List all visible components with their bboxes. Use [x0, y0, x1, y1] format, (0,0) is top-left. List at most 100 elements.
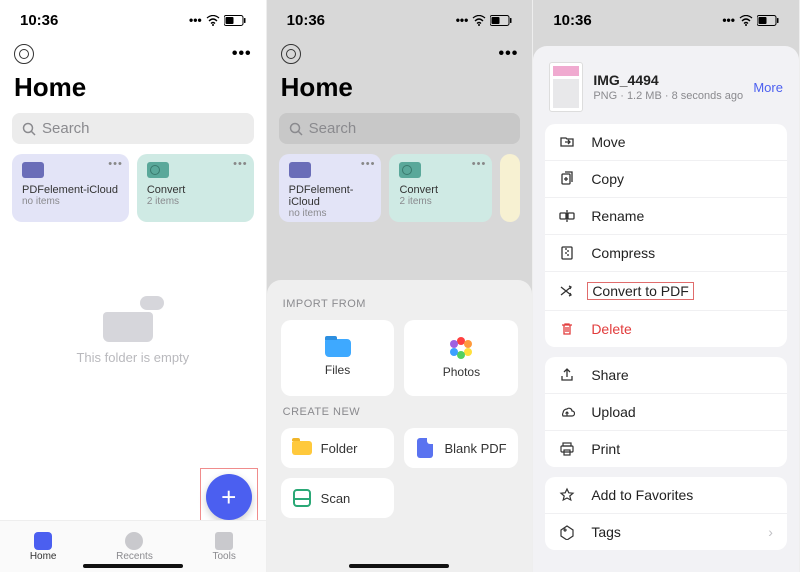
folder-icon [292, 441, 312, 455]
folder-icon [289, 162, 311, 178]
search-placeholder: Search [309, 120, 357, 137]
create-row-1: Folder Blank PDF [281, 428, 519, 468]
card-menu-icon[interactable]: ••• [108, 158, 123, 170]
action-share[interactable]: Share [545, 357, 787, 394]
action-move[interactable]: Move [545, 124, 787, 161]
folder-card-convert[interactable]: ••• Convert 2 items [389, 154, 492, 222]
action-label-highlighted: Convert to PDF [587, 282, 693, 300]
scan-icon [293, 489, 311, 507]
folder-card-pdfelement[interactable]: ••• PDFelement-iCloud no items [12, 154, 129, 222]
file-header: IMG_4494 PNG · 1.2 MB · 8 seconds ago Mo… [545, 56, 787, 124]
file-meta: IMG_4494 PNG · 1.2 MB · 8 seconds ago [593, 72, 743, 102]
pdf-icon [417, 438, 433, 458]
action-tags[interactable]: Tags› [545, 514, 787, 550]
status-icons: ••• [456, 13, 513, 27]
action-group-3: Add to Favorites Tags› [545, 477, 787, 550]
folder-icon [22, 162, 44, 178]
status-time: 10:36 [20, 12, 58, 29]
file-subtitle: PNG · 1.2 MB · 8 seconds ago [593, 90, 743, 102]
battery-icon [757, 15, 779, 26]
more-icon[interactable]: ••• [232, 45, 252, 63]
convert-icon [559, 283, 577, 299]
action-label: Add to Favorites [591, 487, 693, 503]
create-blank-pdf[interactable]: Blank PDF [404, 428, 518, 468]
folder-card-convert[interactable]: ••• Convert 2 items [137, 154, 254, 222]
search-placeholder: Search [42, 120, 90, 137]
file-thumbnail [549, 62, 583, 112]
search-icon [22, 122, 36, 136]
wifi-icon [206, 15, 220, 26]
action-convert-pdf[interactable]: Convert to PDF [545, 272, 787, 311]
files-icon [325, 339, 351, 357]
wifi-icon [472, 15, 486, 26]
card-menu-icon[interactable]: ••• [233, 158, 248, 170]
create-row-2: Scan [281, 478, 519, 518]
folder-cards: ••• PDFelement-iCloud no items ••• Conve… [267, 154, 533, 222]
screen-home: 10:36 ••• ••• Home Search ••• PDFelement… [0, 0, 267, 572]
tab-home[interactable]: Home [30, 532, 57, 562]
add-button[interactable]: + [206, 474, 252, 520]
action-label: Rename [591, 208, 644, 224]
status-icons: ••• [189, 13, 246, 27]
card-name: PDFelement-iCloud [22, 184, 119, 196]
more-link[interactable]: More [753, 80, 783, 95]
trash-icon [559, 321, 577, 337]
action-label: Upload [591, 404, 635, 420]
bottom-sheet: IMPORT FROM Files Photos CREATE NEW Fold… [267, 280, 533, 572]
import-files[interactable]: Files [281, 320, 395, 396]
card-sub: no items [22, 196, 119, 207]
copy-icon [559, 171, 577, 187]
tile-label: Blank PDF [444, 441, 506, 456]
cellular-icon: ••• [722, 13, 735, 27]
empty-illustration [98, 292, 168, 342]
tab-tools[interactable]: Tools [212, 532, 235, 562]
folder-card-pdfelement[interactable]: ••• PDFelement-iCloud no items [279, 154, 382, 222]
card-menu-icon[interactable]: ••• [472, 158, 487, 170]
photos-icon [450, 337, 472, 359]
home-icon [34, 532, 52, 550]
action-label: Copy [591, 171, 624, 187]
card-menu-icon[interactable]: ••• [361, 158, 376, 170]
page-title: Home [267, 64, 533, 113]
screen-import-sheet: 10:36 ••• ••• Home Search ••• PDFelement… [267, 0, 534, 572]
tab-recents[interactable]: Recents [116, 532, 153, 562]
card-name: Convert [147, 184, 244, 196]
search-icon [289, 122, 303, 136]
folder-card-extra[interactable] [500, 154, 520, 222]
page-title: Home [0, 64, 266, 113]
import-photos[interactable]: Photos [404, 320, 518, 396]
action-compress[interactable]: Compress [545, 235, 787, 272]
profile-icon[interactable] [14, 44, 34, 64]
create-label: CREATE NEW [283, 406, 517, 418]
action-upload[interactable]: Upload [545, 394, 787, 431]
action-label: Print [591, 441, 620, 457]
file-name: IMG_4494 [593, 72, 743, 88]
action-label: Share [591, 367, 628, 383]
action-rename[interactable]: Rename [545, 198, 787, 235]
profile-icon[interactable] [281, 44, 301, 64]
tools-icon [215, 532, 233, 550]
upload-icon [559, 404, 577, 420]
clock-icon [125, 532, 143, 550]
status-time: 10:36 [287, 12, 325, 29]
screen-file-actions: 10:36 ••• IMG_4494 PNG · 1.2 MB · 8 seco… [533, 0, 800, 572]
action-sheet: IMG_4494 PNG · 1.2 MB · 8 seconds ago Mo… [533, 46, 799, 572]
action-print[interactable]: Print [545, 431, 787, 467]
action-group-1: Move Copy Rename Compress Convert to PDF… [545, 124, 787, 347]
action-delete[interactable]: Delete [545, 311, 787, 347]
battery-icon [490, 15, 512, 26]
create-scan[interactable]: Scan [281, 478, 395, 518]
empty-text: This folder is empty [0, 350, 266, 365]
import-label: IMPORT FROM [283, 298, 517, 310]
star-icon [559, 487, 577, 503]
search-input[interactable]: Search [12, 113, 254, 144]
more-icon[interactable]: ••• [499, 45, 519, 63]
status-bar: 10:36 ••• [533, 0, 799, 40]
action-favorite[interactable]: Add to Favorites [545, 477, 787, 514]
status-bar: 10:36 ••• [0, 0, 266, 40]
wifi-icon [739, 15, 753, 26]
action-copy[interactable]: Copy [545, 161, 787, 198]
create-folder[interactable]: Folder [281, 428, 395, 468]
search-input[interactable]: Search [279, 113, 521, 144]
import-row: Files Photos [281, 320, 519, 396]
